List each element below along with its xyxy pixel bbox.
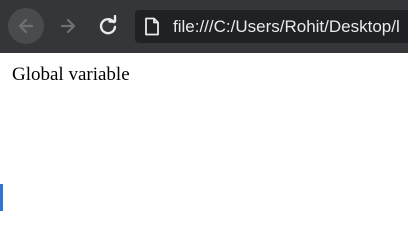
page-text: Global variable (12, 64, 130, 85)
left-edge-indicator (0, 184, 3, 211)
page-icon (144, 17, 160, 36)
browser-toolbar: file:///C:/Users/Rohit/Desktop/l (0, 0, 408, 53)
forward-button[interactable] (50, 8, 86, 44)
arrow-left-icon (16, 16, 36, 36)
address-bar[interactable]: file:///C:/Users/Rohit/Desktop/l (135, 10, 408, 43)
back-button[interactable] (8, 8, 44, 44)
arrow-right-icon (58, 16, 78, 36)
reload-button[interactable] (90, 8, 126, 44)
browser-window: file:///C:/Users/Rohit/Desktop/l Global … (0, 0, 408, 211)
page-content: Global variable (0, 53, 408, 211)
url-text[interactable]: file:///C:/Users/Rohit/Desktop/l (173, 16, 400, 37)
reload-icon (97, 15, 119, 37)
